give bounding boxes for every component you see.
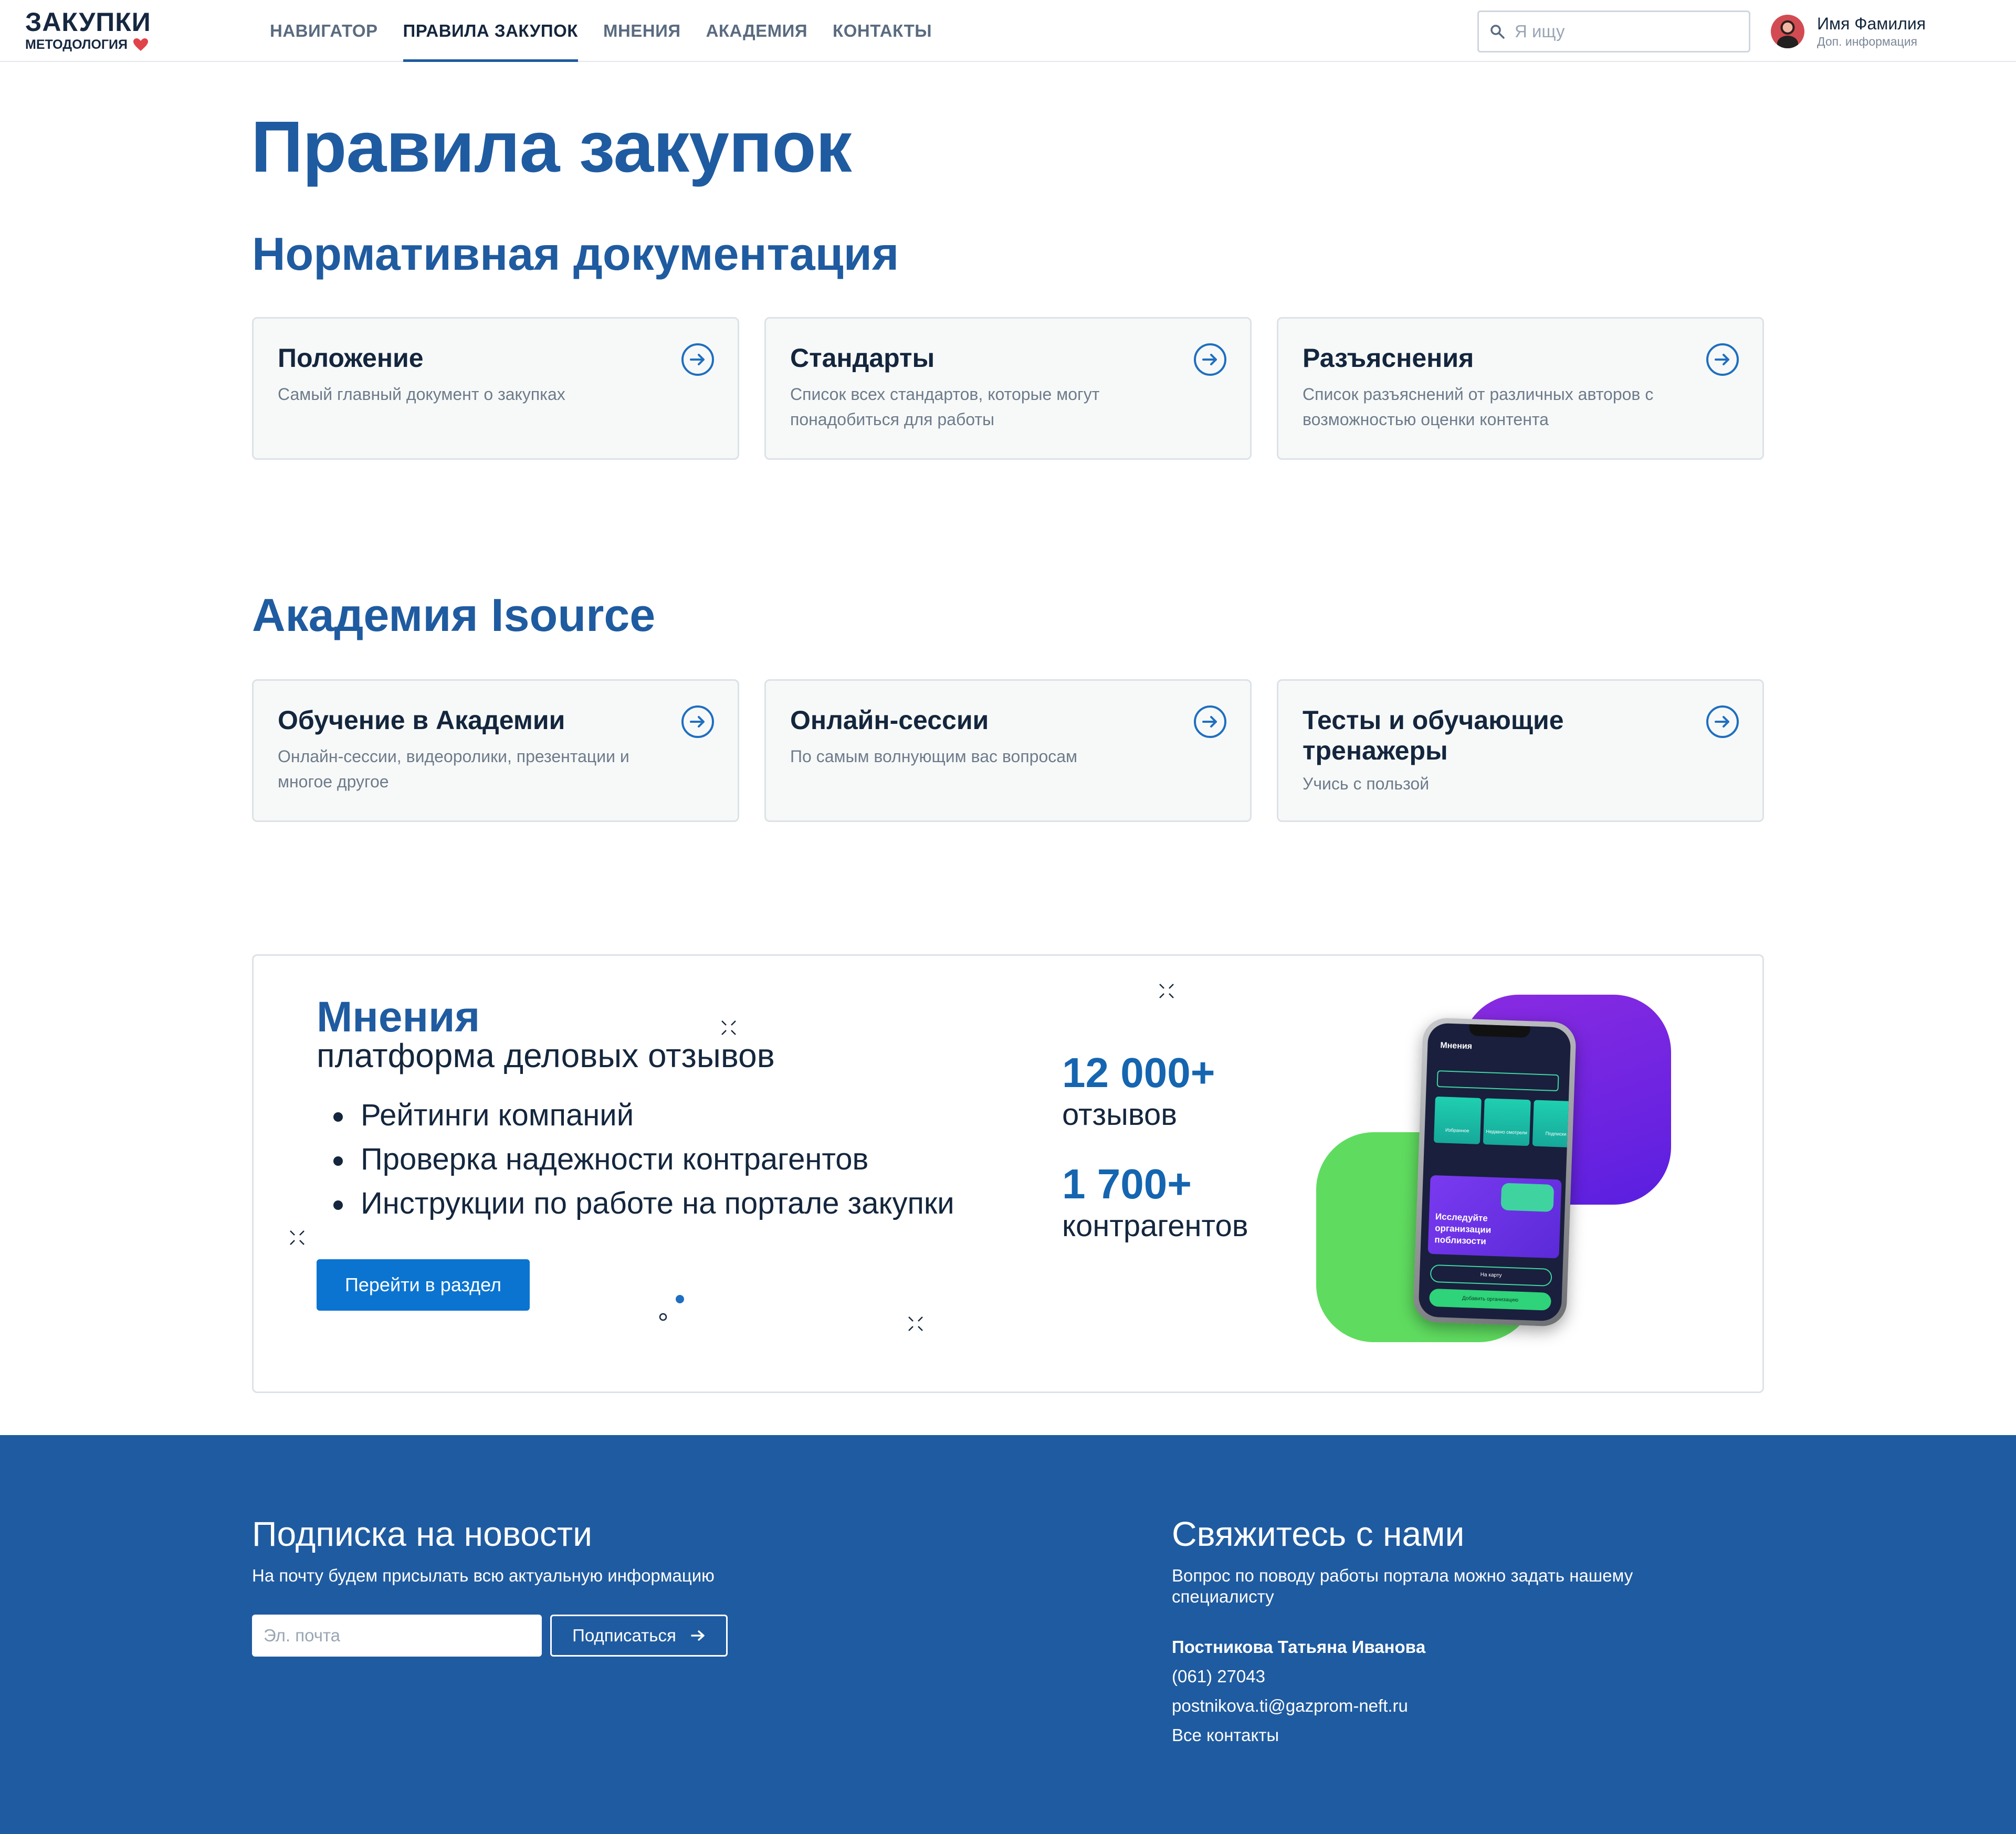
phone-mockup: Мнения Избранное Недавно смотрели Подпис… bbox=[1412, 1017, 1577, 1327]
section-title-regulatory: Нормативная документация bbox=[252, 228, 899, 280]
promo-subtitle: платформа деловых отзывов bbox=[317, 1037, 775, 1074]
phone-notch bbox=[1469, 1024, 1530, 1038]
arrow-right-circle-icon[interactable] bbox=[681, 343, 715, 376]
contact-text: Вопрос по поводу работы портала можно за… bbox=[1172, 1566, 1633, 1606]
card-regulation[interactable]: Положение Самый главный документ о закуп… bbox=[252, 317, 739, 460]
card-explanations[interactable]: Разъяснения Список разъяснений от различ… bbox=[1277, 317, 1764, 460]
search-input[interactable] bbox=[1514, 21, 1745, 42]
sparkle-icon bbox=[721, 1020, 736, 1035]
promo-title: Мнения bbox=[317, 993, 480, 1041]
stat-reviews-value: 12 000+ bbox=[1062, 1049, 1215, 1096]
card-academy-learning[interactable]: Обучение в Академии Онлайн-сессии, видео… bbox=[252, 679, 739, 822]
sparkle-icon bbox=[908, 1316, 923, 1331]
main-nav: НАВИГАТОР ПРАВИЛА ЗАКУПОК МНЕНИЯ АКАДЕМИ… bbox=[270, 0, 944, 62]
nav-contacts[interactable]: КОНТАКТЫ bbox=[820, 0, 944, 62]
card-title: Обучение в Академии bbox=[278, 705, 565, 735]
footer: Подписка на новости На почту будем присы… bbox=[0, 1435, 2016, 1834]
logo[interactable]: ЗАКУПКИ МЕТОДОЛОГИЯ bbox=[25, 7, 151, 52]
user-text: Имя Фамилия Доп. информация bbox=[1817, 14, 1926, 49]
phone-banner-text: Исследуйте организации поблизости bbox=[1434, 1211, 1492, 1247]
contact-email-link[interactable]: postnikova.ti@gazprom-neft.ru bbox=[1172, 1695, 1408, 1716]
user-name: Имя Фамилия bbox=[1817, 14, 1926, 33]
contact-title: Свяжитесь с нами bbox=[1172, 1514, 1465, 1553]
search-box[interactable] bbox=[1477, 10, 1750, 52]
subscribe-title: Подписка на новости bbox=[252, 1514, 592, 1553]
list-item: Инструкции по работе на портале закупки bbox=[317, 1182, 954, 1226]
stat-counterparties-label: контрагентов bbox=[1062, 1209, 1248, 1243]
subscribe-button[interactable]: Подписаться bbox=[550, 1615, 728, 1657]
heart-icon bbox=[133, 38, 148, 51]
stat-counterparties-value: 1 700+ bbox=[1062, 1161, 1192, 1207]
phone-tile-label: Подписки bbox=[1545, 1131, 1567, 1137]
phone-tile-label: Избранное bbox=[1445, 1127, 1469, 1134]
top-header: ЗАКУПКИ МЕТОДОЛОГИЯ НАВИГАТОР ПРАВИЛА ЗА… bbox=[0, 0, 2016, 62]
promo-bullet-list: Рейтинги компаний Проверка надежности ко… bbox=[317, 1093, 954, 1226]
phone-tile: Недавно смотрели bbox=[1483, 1098, 1531, 1146]
card-tests-trainers[interactable]: Тесты и обучающие тренажеры Учись с поль… bbox=[1277, 679, 1764, 822]
card-description: По самым волнующим вас вопросам bbox=[790, 747, 1078, 766]
phone-tile: Избранное bbox=[1433, 1096, 1482, 1144]
phone-map-button: На карту bbox=[1430, 1264, 1552, 1287]
section-title-academy: Академия Isource bbox=[252, 589, 656, 641]
phone-search-bar bbox=[1436, 1070, 1559, 1092]
sparkle-icon bbox=[290, 1230, 304, 1245]
search-icon bbox=[1490, 25, 1505, 39]
nav-navigator[interactable]: НАВИГАТОР bbox=[270, 0, 391, 62]
arrow-right-icon bbox=[691, 1630, 705, 1641]
card-description: Самый главный документ о закупках bbox=[278, 385, 565, 404]
subscribe-text: На почту будем присылать всю актуальную … bbox=[252, 1566, 715, 1585]
card-title: Стандарты bbox=[790, 343, 935, 373]
logo-subtitle: МЕТОДОЛОГИЯ bbox=[25, 37, 151, 52]
card-title: Онлайн-сессии bbox=[790, 705, 989, 735]
sparkle-icon bbox=[1159, 984, 1174, 998]
card-title: Положение bbox=[278, 343, 424, 373]
list-item: Рейтинги компаний bbox=[317, 1093, 954, 1137]
phone-tiles: Избранное Недавно смотрели Подписки bbox=[1433, 1096, 1571, 1148]
nav-academy[interactable]: АКАДЕМИЯ bbox=[694, 0, 820, 62]
nav-opinions[interactable]: МНЕНИЯ bbox=[591, 0, 694, 62]
dots-decoration-icon bbox=[659, 1295, 684, 1321]
go-to-section-button[interactable]: Перейти в раздел bbox=[317, 1259, 530, 1311]
regulatory-cards: Положение Самый главный документ о закуп… bbox=[252, 317, 1764, 460]
arrow-right-circle-icon[interactable] bbox=[1193, 343, 1227, 376]
all-contacts-link[interactable]: Все контакты bbox=[1172, 1725, 1279, 1746]
phone-tile: Подписки bbox=[1532, 1100, 1571, 1148]
card-title: Тесты и обучающие тренажеры bbox=[1303, 705, 1564, 765]
card-description: Список разъяснений от различных авторов … bbox=[1303, 385, 1654, 429]
card-description: Онлайн-сессии, видеоролики, презентации … bbox=[278, 747, 629, 791]
phone-tile-label: Недавно смотрели bbox=[1486, 1129, 1528, 1136]
email-field[interactable] bbox=[252, 1615, 542, 1657]
arrow-right-circle-icon[interactable] bbox=[681, 705, 715, 739]
logo-title: ЗАКУПКИ bbox=[25, 7, 151, 37]
chat-bubble-icon bbox=[1500, 1183, 1555, 1212]
phone-app-brand: Мнения bbox=[1440, 1041, 1473, 1051]
arrow-right-circle-icon[interactable] bbox=[1706, 705, 1739, 739]
user-info: Доп. информация bbox=[1817, 35, 1917, 48]
nav-procurement-rules[interactable]: ПРАВИЛА ЗАКУПОК bbox=[391, 0, 591, 62]
stat-reviews-label: отзывов bbox=[1062, 1098, 1178, 1132]
list-item: Проверка надежности контрагентов bbox=[317, 1137, 954, 1182]
user-profile[interactable]: Имя Фамилия Доп. информация bbox=[1771, 14, 1926, 49]
arrow-right-circle-icon[interactable] bbox=[1706, 343, 1739, 376]
avatar[interactable] bbox=[1771, 15, 1804, 48]
card-title: Разъяснения bbox=[1303, 343, 1474, 373]
contact-phone: (061) 27043 bbox=[1172, 1667, 1265, 1686]
card-description: Список всех стандартов, которые могут по… bbox=[790, 385, 1100, 429]
card-online-sessions[interactable]: Онлайн-сессии По самым волнующим вас воп… bbox=[764, 679, 1252, 822]
subscribe-button-label: Подписаться bbox=[572, 1626, 676, 1645]
card-standards[interactable]: Стандарты Список всех стандартов, которы… bbox=[764, 317, 1252, 460]
phone-add-button: Добавить организацию bbox=[1429, 1288, 1552, 1311]
opinions-promo-banner: Мнения платформа деловых отзывов Рейтинг… bbox=[252, 954, 1764, 1393]
academy-cards: Обучение в Академии Онлайн-сессии, видео… bbox=[252, 679, 1764, 822]
logo-subtitle-text: МЕТОДОЛОГИЯ bbox=[25, 37, 128, 52]
arrow-right-circle-icon[interactable] bbox=[1193, 705, 1227, 739]
phone-screen: Мнения Избранное Недавно смотрели Подпис… bbox=[1418, 1023, 1571, 1322]
contact-name: Постникова Татьяна Ивановa bbox=[1172, 1637, 1426, 1657]
card-description: Учись с пользой bbox=[1303, 774, 1430, 793]
page-title: Правила закупок bbox=[251, 107, 852, 187]
